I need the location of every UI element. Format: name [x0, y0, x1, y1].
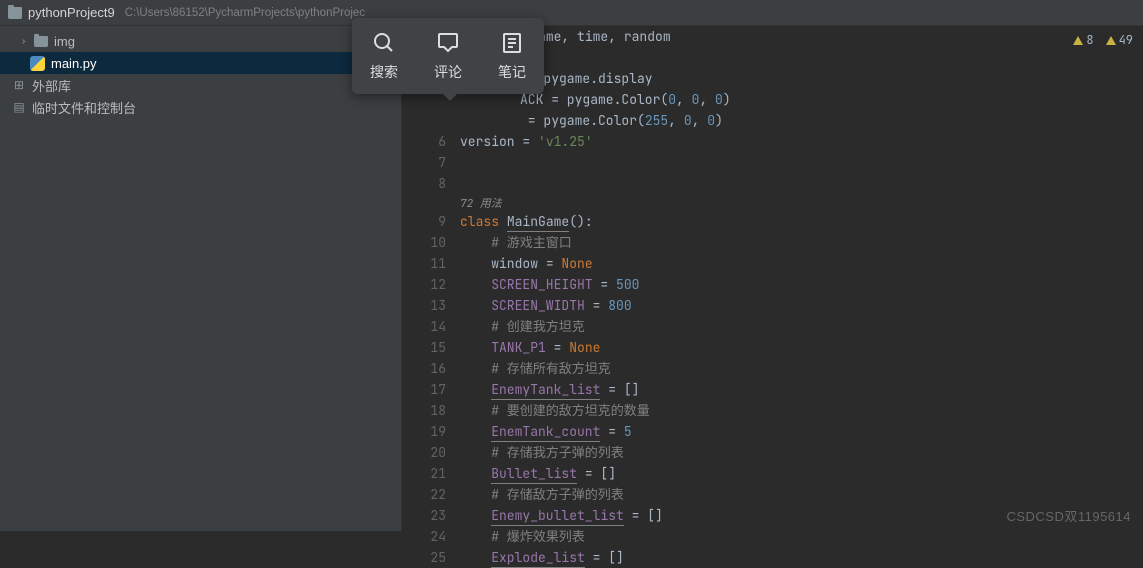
external-libs-label: 外部库	[32, 76, 71, 95]
sidebar-item-img[interactable]: › img	[0, 30, 401, 52]
line-number: 20	[402, 442, 446, 463]
project-name: pythonProject9	[28, 5, 115, 20]
usage-hint: 72 用法	[460, 194, 1143, 211]
chevron-right-icon: ›	[22, 36, 30, 47]
code-line: window = None	[460, 253, 1143, 274]
file-label: main.py	[51, 56, 97, 71]
code-line: # 存储敌方子弹的列表	[460, 484, 1143, 505]
line-number: 13	[402, 295, 446, 316]
warning-count: 49	[1119, 30, 1133, 51]
warning-count: 8	[1086, 30, 1093, 51]
code-line: EnemTank_count = 5	[460, 421, 1143, 442]
header: pythonProject9 C:\Users\86152\PycharmPro…	[0, 0, 1143, 26]
code-line	[460, 152, 1143, 173]
line-number: 24	[402, 526, 446, 547]
line-number: 11	[402, 253, 446, 274]
line-number: 12	[402, 274, 446, 295]
line-number: 25	[402, 547, 446, 568]
code-editor[interactable]: 8 49 1 6 7 8 9 10 11 12 13 14 15 16	[402, 26, 1143, 531]
code-line: class MainGame():	[460, 211, 1143, 232]
line-number: 15	[402, 337, 446, 358]
code-line: SCREEN_WIDTH = 800	[460, 295, 1143, 316]
python-file-icon	[30, 56, 45, 71]
popup-label: 评论	[434, 62, 462, 82]
popup-label: 搜索	[370, 62, 398, 82]
code-line: # 游戏主窗口	[460, 232, 1143, 253]
code-line: version = 'v1.25'	[460, 131, 1143, 152]
popup-label: 笔记	[498, 62, 526, 82]
line-number: 22	[402, 484, 446, 505]
sidebar-item-temp-files[interactable]: ▤ 临时文件和控制台	[0, 96, 401, 118]
warning-item-2[interactable]: 49	[1106, 30, 1133, 51]
code-line: Explode_list = []	[460, 547, 1143, 568]
notes-icon	[499, 30, 525, 56]
warnings-bar[interactable]: 8 49	[1073, 30, 1133, 51]
line-number: 6	[402, 131, 446, 152]
line-number: 19	[402, 421, 446, 442]
action-popup: 搜索 评论 笔记	[352, 18, 544, 94]
code-line: EnemyTank_list = []	[460, 379, 1143, 400]
warning-item-1[interactable]: 8	[1073, 30, 1093, 51]
sidebar-item-main-py[interactable]: main.py	[0, 52, 401, 74]
line-number: 10	[402, 232, 446, 253]
line-number: 17	[402, 379, 446, 400]
line-number: 14	[402, 316, 446, 337]
folder-icon	[8, 7, 22, 19]
code-line	[460, 173, 1143, 194]
line-number: 23	[402, 505, 446, 526]
line-number: 8	[402, 173, 446, 194]
warning-triangle-icon	[1106, 36, 1116, 45]
gutter: 1 6 7 8 9 10 11 12 13 14 15 16 17 18 19 …	[402, 26, 460, 531]
folder-label: img	[54, 34, 75, 49]
sidebar-item-external-libs[interactable]: ⊞ 外部库	[0, 74, 401, 96]
code-line: ACK = pygame.Color(0, 0, 0)	[460, 89, 1143, 110]
code-line: # 存储我方子弹的列表	[460, 442, 1143, 463]
line-number: 9	[402, 211, 446, 232]
console-icon: ▤	[12, 100, 26, 114]
line-number: 18	[402, 400, 446, 421]
line-number	[402, 110, 446, 131]
temp-files-label: 临时文件和控制台	[32, 98, 136, 117]
main-area: › img main.py ⊞ 外部库 ▤ 临时文件和控制台 8 49	[0, 26, 1143, 531]
search-icon	[371, 30, 397, 56]
code-line: TANK_P1 = None	[460, 337, 1143, 358]
popup-comment-button[interactable]: 评论	[434, 30, 462, 82]
code-line: # 存储所有敌方坦克	[460, 358, 1143, 379]
line-number: 7	[402, 152, 446, 173]
code-line: Bullet_list = []	[460, 463, 1143, 484]
code-content[interactable]: import pygame, time, random = pygame.dis…	[460, 26, 1143, 531]
code-line: SCREEN_HEIGHT = 500	[460, 274, 1143, 295]
popup-notes-button[interactable]: 笔记	[498, 30, 526, 82]
popup-search-button[interactable]: 搜索	[370, 30, 398, 82]
code-line: = pygame.Color(255, 0, 0)	[460, 110, 1143, 131]
code-line	[460, 47, 1143, 68]
line-number: 21	[402, 463, 446, 484]
code-line: # 要创建的敌方坦克的数量	[460, 400, 1143, 421]
code-line: import pygame, time, random	[460, 26, 1143, 47]
line-number: 16	[402, 358, 446, 379]
chat-bubble-icon	[435, 30, 461, 56]
code-line: = pygame.display	[460, 68, 1143, 89]
watermark: CSDCSD双1195614	[1006, 506, 1131, 525]
code-line: # 爆炸效果列表	[460, 526, 1143, 547]
library-icon: ⊞	[12, 78, 26, 92]
warning-triangle-icon	[1073, 36, 1083, 45]
sidebar: › img main.py ⊞ 外部库 ▤ 临时文件和控制台	[0, 26, 402, 531]
code-line: # 创建我方坦克	[460, 316, 1143, 337]
project-path: C:\Users\86152\PycharmProjects\pythonPro…	[125, 7, 365, 19]
folder-icon	[34, 36, 48, 47]
